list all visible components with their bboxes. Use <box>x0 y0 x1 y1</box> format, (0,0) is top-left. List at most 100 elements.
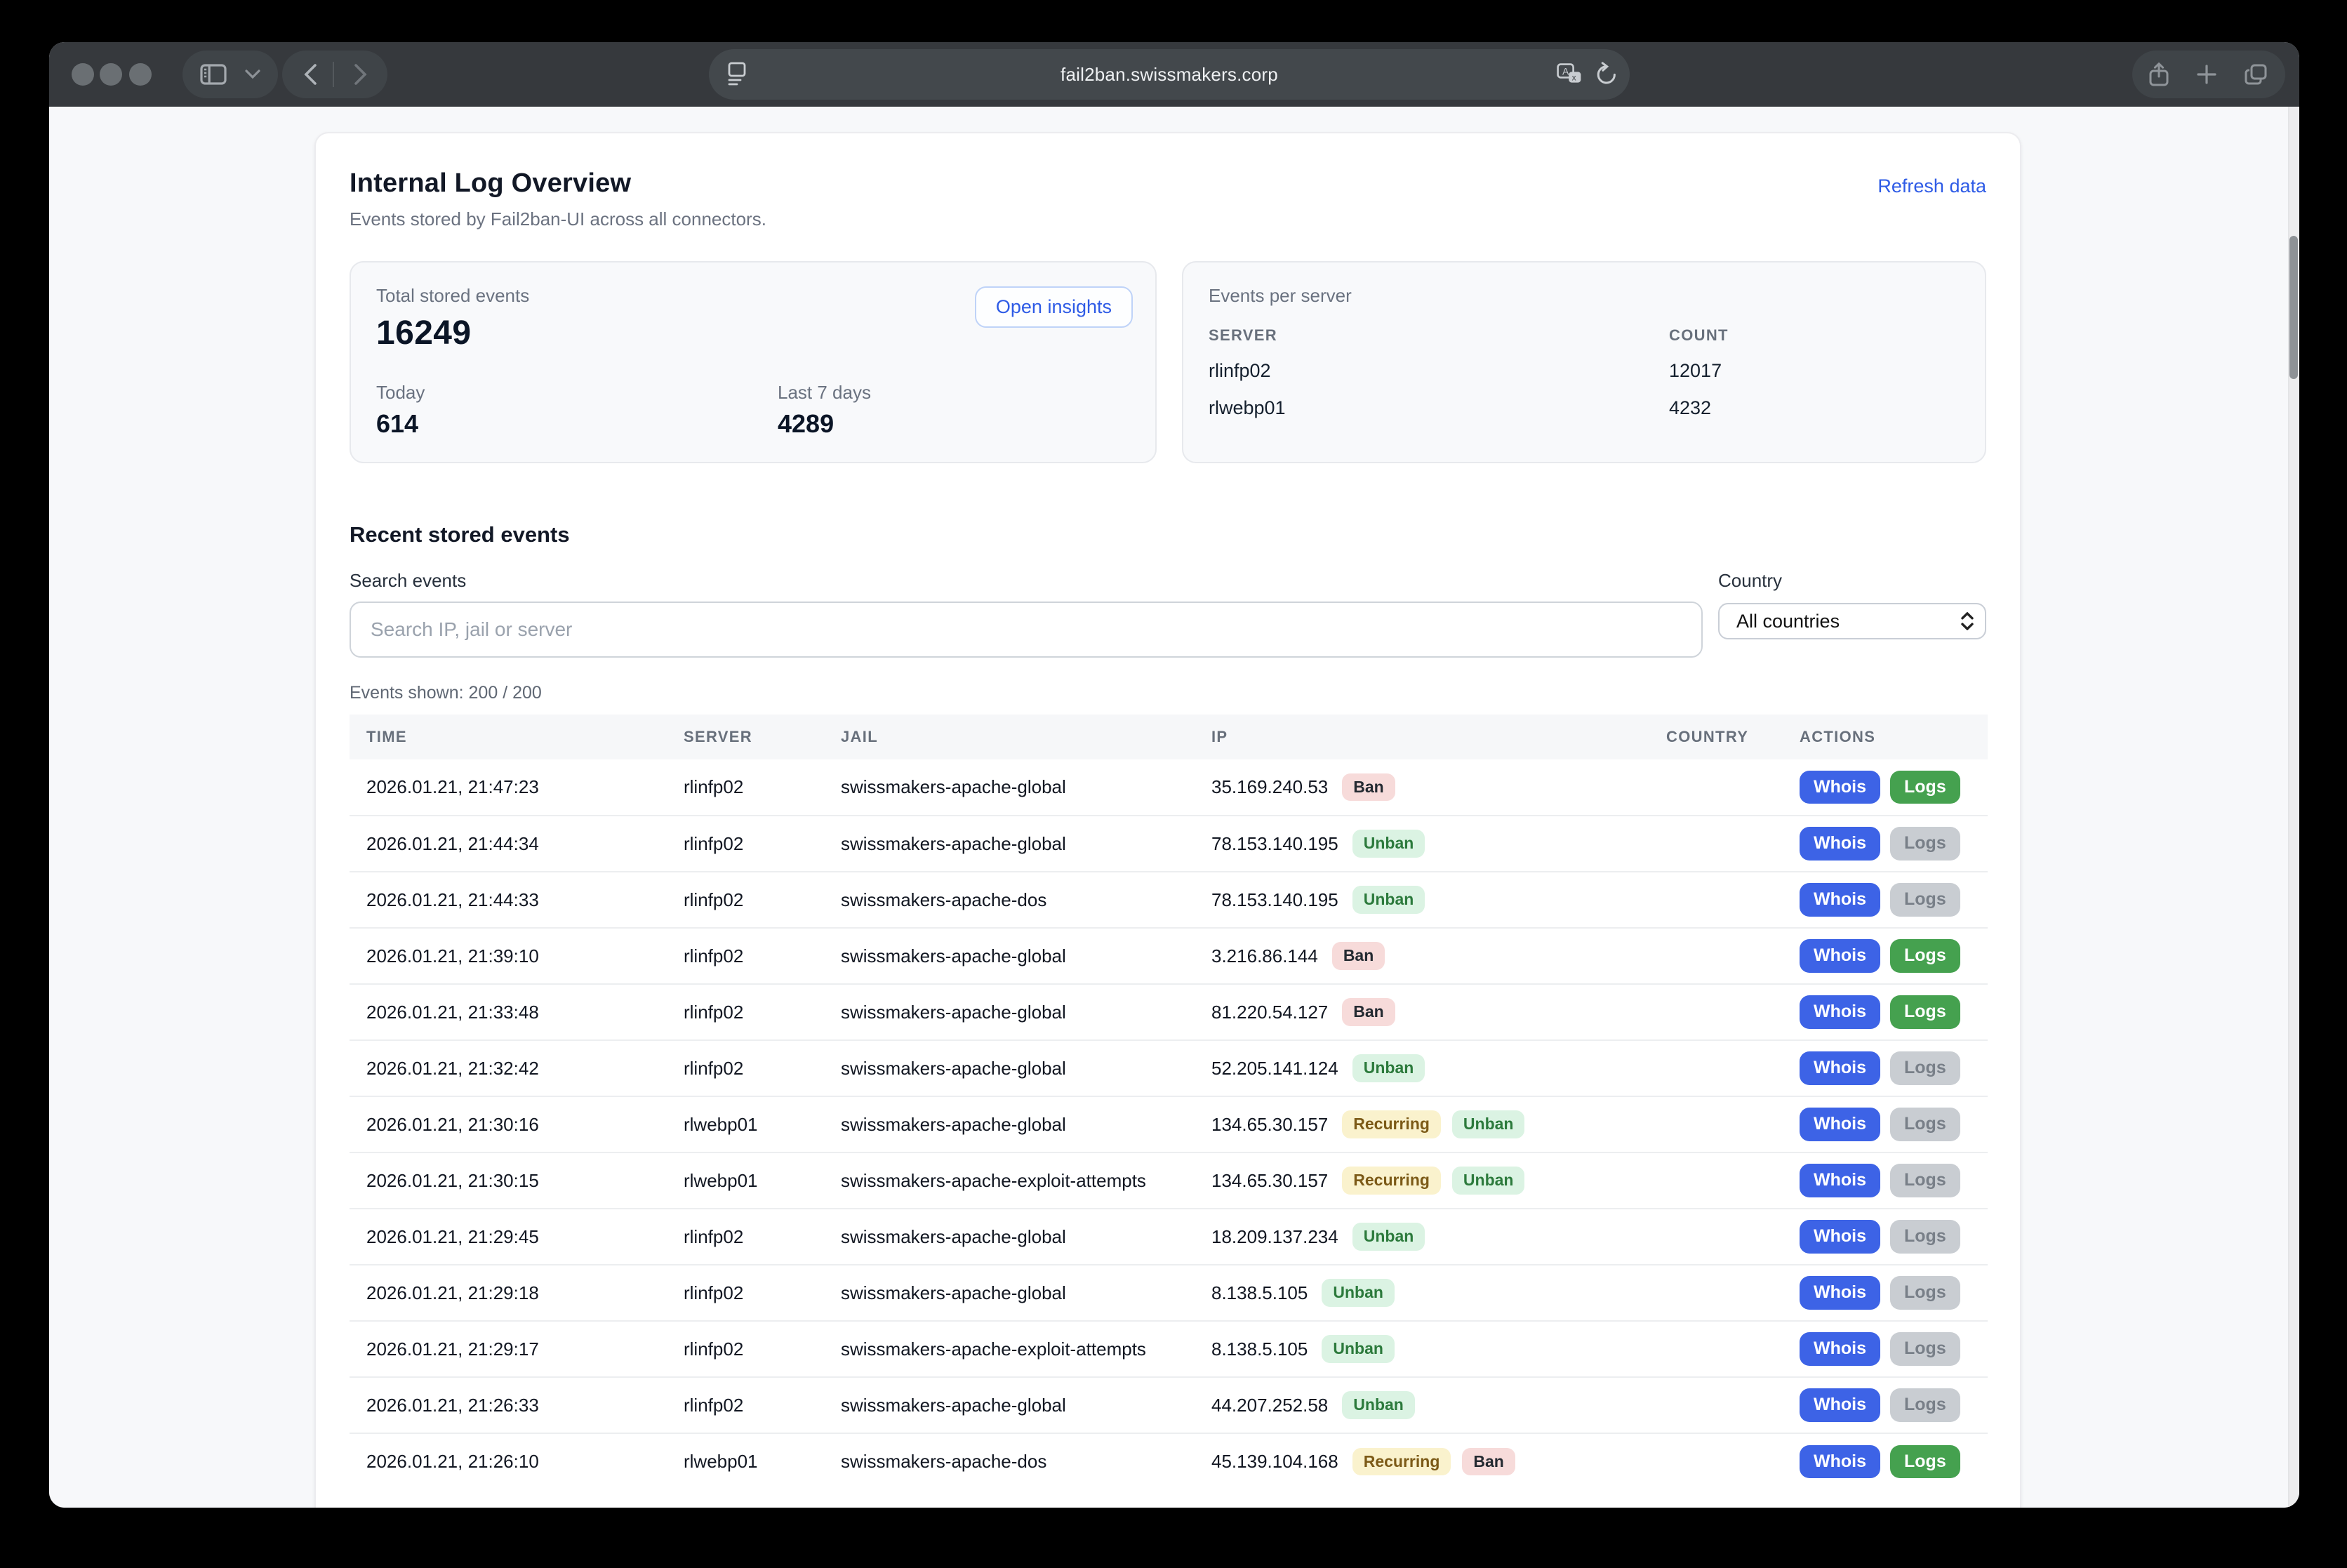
reload-icon[interactable] <box>1596 62 1617 86</box>
country-label: Country <box>1718 570 1986 592</box>
translate-icon[interactable]: A x <box>1557 63 1582 84</box>
event-jail: swissmakers-apache-dos <box>824 1433 1195 1489</box>
tab-overview-icon[interactable] <box>2239 51 2273 98</box>
event-time: 2026.01.21, 21:47:23 <box>350 759 667 816</box>
nav-divider <box>333 62 334 87</box>
chevron-down-icon[interactable] <box>239 51 267 98</box>
col-server: SERVER <box>667 715 824 759</box>
select-arrows-icon <box>1961 612 1974 630</box>
whois-button[interactable]: Whois <box>1800 1332 1880 1365</box>
forward-icon[interactable] <box>347 51 375 98</box>
url-text[interactable]: fail2ban.swissmakers.corp <box>1061 64 1278 86</box>
country-select[interactable]: All countries <box>1718 603 1986 639</box>
new-tab-icon[interactable] <box>2191 51 2222 98</box>
logs-button[interactable]: Logs <box>1890 1051 1960 1084</box>
event-ip: 8.138.5.105 <box>1211 1282 1308 1304</box>
whois-button[interactable]: Whois <box>1800 827 1880 860</box>
search-events-label: Search events <box>350 570 1703 592</box>
zoom-window-button[interactable] <box>129 63 152 86</box>
whois-button[interactable]: Whois <box>1800 1445 1880 1478</box>
event-server: rlwebp01 <box>667 1433 824 1489</box>
whois-button[interactable]: Whois <box>1800 995 1880 1028</box>
whois-button[interactable]: Whois <box>1800 1276 1880 1309</box>
minimize-window-button[interactable] <box>100 63 122 86</box>
event-country <box>1649 984 1783 1040</box>
event-row: 2026.01.21, 21:29:45 rlinfp02 swissmaker… <box>350 1209 1988 1265</box>
event-country <box>1649 759 1783 816</box>
event-country <box>1649 1096 1783 1152</box>
back-icon[interactable] <box>296 51 324 98</box>
server-name: rlinfp02 <box>1209 360 1669 382</box>
event-server: rlinfp02 <box>667 1265 824 1321</box>
event-country <box>1649 1433 1783 1489</box>
page-format-icon[interactable] <box>727 62 747 86</box>
logs-button[interactable]: Logs <box>1890 1276 1960 1309</box>
event-jail: swissmakers-apache-global <box>824 984 1195 1040</box>
search-input[interactable] <box>350 602 1703 658</box>
logs-button[interactable]: Logs <box>1890 1164 1960 1197</box>
event-ip: 35.169.240.53 <box>1211 776 1328 798</box>
event-badges: Unban <box>1352 1223 1425 1251</box>
filter-controls: Search events Country All countries <box>350 570 1986 658</box>
whois-button[interactable]: Whois <box>1800 1388 1880 1421</box>
event-time: 2026.01.21, 21:30:15 <box>350 1152 667 1209</box>
badge-unban: Unban <box>1352 1223 1425 1251</box>
event-row: 2026.01.21, 21:26:10 rlwebp01 swissmaker… <box>350 1433 1988 1489</box>
event-time: 2026.01.21, 21:39:10 <box>350 928 667 984</box>
last7-label: Last 7 days <box>778 382 871 404</box>
event-country <box>1649 1377 1783 1433</box>
badge-unban: Unban <box>1352 886 1425 914</box>
whois-button[interactable]: Whois <box>1800 1220 1880 1253</box>
scrollbar-track[interactable] <box>2288 107 2299 1508</box>
scrollbar-thumb[interactable] <box>2289 236 2298 379</box>
per-server-row: rlwebp01 4232 <box>1209 397 1960 419</box>
logs-button[interactable]: Logs <box>1890 939 1960 972</box>
logs-button[interactable]: Logs <box>1890 1332 1960 1365</box>
badge-unban: Unban <box>1352 1054 1425 1082</box>
total-events-card: Total stored events 16249 Open insights … <box>350 261 1157 463</box>
today-value: 614 <box>376 409 778 439</box>
event-ip: 44.207.252.58 <box>1211 1395 1328 1416</box>
event-row: 2026.01.21, 21:44:34 rlinfp02 swissmaker… <box>350 816 1988 872</box>
logs-button[interactable]: Logs <box>1890 995 1960 1028</box>
event-badges: Unban <box>1322 1335 1395 1363</box>
page-header: Internal Log Overview Events stored by F… <box>350 168 766 230</box>
event-server: rlinfp02 <box>667 1040 824 1096</box>
today-label: Today <box>376 382 778 404</box>
event-time: 2026.01.21, 21:26:33 <box>350 1377 667 1433</box>
logs-button[interactable]: Logs <box>1890 1108 1960 1141</box>
open-insights-button[interactable]: Open insights <box>975 286 1133 328</box>
whois-button[interactable]: Whois <box>1800 1051 1880 1084</box>
whois-button[interactable]: Whois <box>1800 1164 1880 1197</box>
close-window-button[interactable] <box>72 63 94 86</box>
event-ip: 18.209.137.234 <box>1211 1226 1338 1248</box>
logs-button[interactable]: Logs <box>1890 771 1960 804</box>
refresh-data-link[interactable]: Refresh data <box>1877 175 1986 197</box>
whois-button[interactable]: Whois <box>1800 771 1880 804</box>
event-country <box>1649 1321 1783 1377</box>
event-country <box>1649 928 1783 984</box>
event-jail: swissmakers-apache-global <box>824 1096 1195 1152</box>
event-badges: RecurringUnban <box>1342 1110 1524 1138</box>
share-icon[interactable] <box>2143 51 2174 98</box>
events-shown-text: Events shown: 200 / 200 <box>350 683 1986 703</box>
logs-button[interactable]: Logs <box>1890 1388 1960 1421</box>
recent-events-heading: Recent stored events <box>350 522 1986 547</box>
logs-button[interactable]: Logs <box>1890 1220 1960 1253</box>
event-row: 2026.01.21, 21:29:17 rlinfp02 swissmaker… <box>350 1321 1988 1377</box>
whois-button[interactable]: Whois <box>1800 1108 1880 1141</box>
event-server: rlinfp02 <box>667 1209 824 1265</box>
whois-button[interactable]: Whois <box>1800 883 1880 916</box>
event-server: rlwebp01 <box>667 1152 824 1209</box>
badge-recurring: Recurring <box>1342 1167 1441 1195</box>
event-row: 2026.01.21, 21:32:42 rlinfp02 swissmaker… <box>350 1040 1988 1096</box>
logs-button[interactable]: Logs <box>1890 827 1960 860</box>
whois-button[interactable]: Whois <box>1800 939 1880 972</box>
logs-button[interactable]: Logs <box>1890 1445 1960 1478</box>
sidebar-icon[interactable] <box>197 51 230 98</box>
logs-button[interactable]: Logs <box>1890 883 1960 916</box>
event-row: 2026.01.21, 21:30:16 rlwebp01 swissmaker… <box>350 1096 1988 1152</box>
event-jail: swissmakers-apache-global <box>824 1265 1195 1321</box>
address-bar[interactable]: fail2ban.swissmakers.corp A x <box>709 49 1630 100</box>
col-ip: IP <box>1195 715 1649 759</box>
